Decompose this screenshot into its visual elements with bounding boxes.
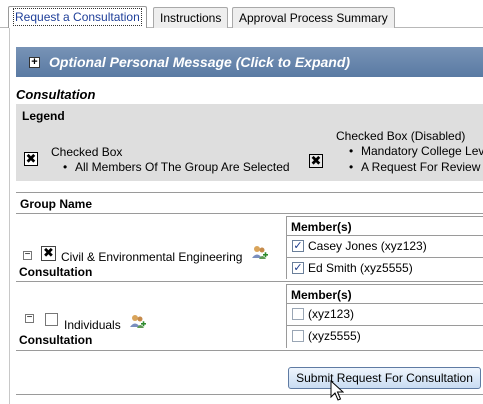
group-name-header: Group Name [20, 197, 93, 211]
collapse-icon[interactable]: − [25, 313, 34, 323]
members-border [286, 216, 483, 217]
tab-instructions[interactable]: Instructions [153, 7, 229, 28]
legend-item-label: Checked Box [51, 145, 123, 159]
section-title: Consultation [16, 87, 96, 102]
members-border [286, 284, 287, 348]
content-border [9, 28, 10, 404]
group-type: Consultation [19, 265, 93, 279]
submit-request-button[interactable]: Submit Request For Consultation [288, 367, 481, 389]
members-header: Member(s) [291, 288, 352, 302]
group-name: Civil & Environmental Engineering [61, 250, 243, 264]
member-row: ✓ Ed Smith (xyz5555) [288, 258, 483, 279]
checked-box-icon: ✖ [24, 151, 38, 166]
table-rule [16, 192, 483, 193]
group-type: Consultation [19, 333, 93, 347]
tab-bar: Request a Consultation Instructions Appr… [0, 0, 483, 28]
personal-message-bar[interactable]: + Optional Personal Message (Click to Ex… [16, 47, 483, 77]
member-checkbox[interactable]: ✓ [292, 262, 304, 274]
legend-bullet: All Members Of The Group Are Selected [63, 160, 290, 174]
table-rule [16, 394, 483, 395]
member-name: Ed Smith (xyz5555) [308, 261, 413, 275]
group-checkbox[interactable]: ✖ [41, 246, 56, 261]
checked-box-disabled-icon: ✖ [309, 153, 323, 168]
tab-approval-process-summary[interactable]: Approval Process Summary [232, 7, 395, 28]
plus-box-icon[interactable]: + [29, 57, 40, 68]
add-users-icon[interactable] [129, 313, 146, 330]
member-name: (xyz5555) [308, 329, 361, 343]
legend-item-label: Checked Box (Disabled) [336, 129, 466, 143]
add-users-icon[interactable] [251, 244, 268, 261]
mouse-cursor-icon [330, 380, 344, 401]
table-rule [16, 350, 483, 351]
legend-title: Legend [22, 109, 65, 123]
member-row: (xyz5555) [288, 326, 483, 347]
members-header: Member(s) [291, 220, 352, 234]
tab-request-consultation[interactable]: Request a Consultation [8, 6, 147, 28]
group-checkbox[interactable] [45, 313, 58, 326]
group-name: Individuals [64, 318, 121, 332]
member-name: Casey Jones (xyz123) [308, 239, 427, 253]
member-row: ✓ Casey Jones (xyz123) [288, 236, 483, 257]
legend-bullet: Mandatory College Lev [349, 144, 483, 158]
member-checkbox[interactable] [292, 308, 304, 320]
legend-bullet: A Request For Review [349, 160, 480, 174]
members-border [286, 216, 287, 279]
tab-label: Approval Process Summary [239, 11, 388, 25]
member-checkbox[interactable] [292, 330, 304, 342]
personal-message-title: Optional Personal Message (Click to Expa… [49, 54, 351, 70]
member-name: (xyz123) [308, 307, 355, 321]
table-rule [16, 213, 483, 214]
tab-label: Request a Consultation [13, 8, 142, 26]
member-row: (xyz123) [288, 304, 483, 325]
table-rule [16, 281, 483, 282]
legend: Legend ✖ Checked Box All Members Of The … [16, 104, 483, 181]
member-checkbox[interactable]: ✓ [292, 240, 304, 252]
members-border [286, 284, 483, 285]
tab-label: Instructions [160, 11, 222, 25]
collapse-icon[interactable]: − [23, 250, 32, 260]
